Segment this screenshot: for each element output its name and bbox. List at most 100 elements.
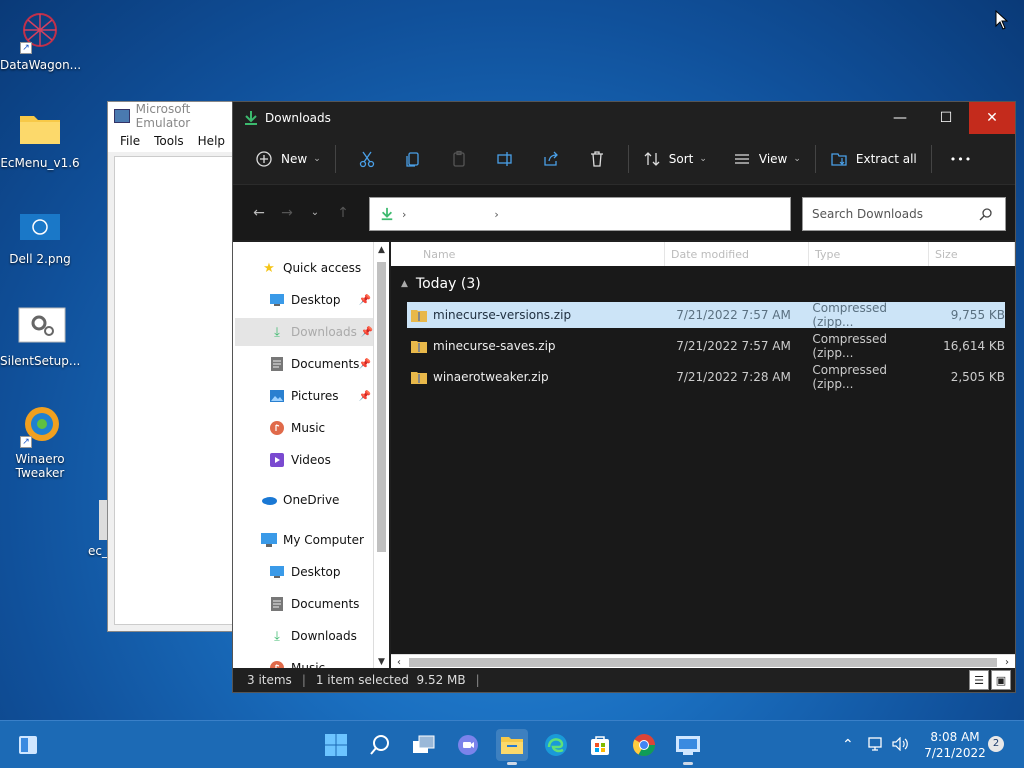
scrollbar-thumb[interactable] — [377, 262, 386, 552]
pin-icon: 📌 — [358, 358, 371, 370]
paste-button[interactable] — [436, 143, 482, 175]
close-button[interactable]: ✕ — [969, 102, 1015, 134]
view-button[interactable]: View ⌄ — [727, 143, 807, 175]
file-explorer-taskbar-button[interactable] — [496, 729, 528, 765]
more-options-button[interactable]: ••• — [940, 143, 982, 175]
column-date-modified[interactable]: Date modified — [665, 242, 809, 266]
start-button[interactable] — [320, 729, 352, 761]
share-button[interactable] — [528, 143, 574, 175]
minimize-button[interactable]: — — [877, 102, 923, 134]
recent-locations-button[interactable]: ⌄ — [301, 199, 329, 227]
file-list-pane[interactable]: Name Date modified Type Size ▲ Today (3)… — [391, 242, 1015, 670]
tiles-view-button[interactable]: ▣ — [991, 670, 1011, 690]
clock-time: 8:08 AM — [930, 730, 980, 744]
new-button[interactable]: New ⌄ — [249, 143, 327, 175]
plus-icon — [256, 151, 272, 167]
scrollbar-thumb[interactable] — [409, 658, 997, 667]
chat-button[interactable] — [452, 729, 484, 761]
scroll-up-icon[interactable]: ▲ — [374, 242, 389, 258]
downloads-icon: ⤓ — [274, 628, 280, 644]
column-size[interactable]: Size — [929, 242, 1015, 266]
nav-onedrive[interactable]: OneDrive — [233, 486, 373, 514]
emulator-taskbar-button[interactable] — [672, 729, 704, 765]
menu-file[interactable]: File — [120, 134, 140, 148]
notification-badge[interactable]: 2 — [988, 736, 1004, 752]
nav-pc-desktop[interactable]: Desktop — [233, 558, 373, 586]
search-taskbar-button[interactable] — [364, 729, 396, 761]
menu-help[interactable]: Help — [198, 134, 225, 148]
breadcrumb-chevron-icon[interactable]: › — [494, 208, 498, 221]
downloads-icon — [381, 207, 393, 221]
desktop-icon-silentsetup[interactable]: SilentSetup... — [0, 306, 80, 368]
up-button[interactable]: ↑ — [329, 199, 357, 227]
tray-overflow-button[interactable]: ⌃ — [842, 737, 854, 753]
emulator-client-area[interactable] — [114, 156, 246, 625]
nav-videos[interactable]: Videos — [233, 446, 373, 474]
emulator-window[interactable]: Microsoft Emulator File Tools Help — [107, 101, 247, 632]
search-box[interactable]: Search Downloads — [802, 197, 1006, 231]
file-explorer-window[interactable]: Downloads — ☐ ✕ New ⌄ Sort ⌄ View ⌄ Extr… — [232, 101, 1016, 693]
edge-button[interactable] — [540, 729, 572, 761]
file-name: winaerotweaker.zip — [433, 370, 549, 384]
desktop-icon-ecmenu[interactable]: EcMenu_v1.6 — [0, 108, 80, 170]
desktop-icon-winaero[interactable]: ↗ Winaero Tweaker — [0, 404, 80, 480]
nav-downloads[interactable]: ⤓ Downloads 📌 — [235, 318, 375, 346]
widgets-button[interactable] — [12, 729, 44, 761]
details-view-button[interactable]: ☰ — [969, 670, 989, 690]
delete-button[interactable] — [574, 143, 620, 175]
emulator-titlebar[interactable]: Microsoft Emulator — [108, 102, 246, 130]
star-icon: ★ — [263, 260, 275, 276]
file-name: minecurse-versions.zip — [433, 308, 572, 322]
sort-button[interactable]: Sort ⌄ — [637, 143, 713, 175]
desktop-icon — [269, 292, 285, 308]
file-row[interactable]: winaerotweaker.zip 7/21/2022 7:28 AM Com… — [407, 363, 1005, 391]
store-button[interactable] — [584, 729, 616, 761]
clock[interactable]: 8:08 AM 7/21/2022 — [920, 729, 990, 761]
nav-pane-scrollbar[interactable]: ▲ ▼ — [373, 242, 389, 670]
desktop-icon-dell[interactable]: Dell 2.png — [0, 208, 80, 266]
desktop-icon-ec[interactable]: ec_ — [62, 500, 108, 558]
cut-button[interactable] — [344, 143, 390, 175]
column-type[interactable]: Type — [809, 242, 929, 266]
extract-all-button[interactable]: Extract all — [824, 143, 923, 175]
network-icon[interactable] — [868, 736, 884, 754]
desktop-icon-datawagon[interactable]: ↗ DataWagon... — [0, 10, 81, 72]
maximize-button[interactable]: ☐ — [923, 102, 969, 134]
column-name[interactable]: Name — [391, 242, 665, 266]
copy-button[interactable] — [390, 143, 436, 175]
back-button[interactable]: ← — [245, 199, 273, 227]
nav-label: OneDrive — [283, 493, 340, 507]
winaero-icon: ↗ — [18, 404, 62, 448]
volume-icon[interactable] — [892, 736, 910, 754]
group-title: Today (3) — [415, 276, 481, 292]
nav-desktop[interactable]: Desktop 📌 — [233, 286, 373, 314]
close-icon: ✕ — [986, 110, 998, 126]
nav-my-computer[interactable]: My Computer — [233, 526, 373, 554]
menu-tools[interactable]: Tools — [154, 134, 184, 148]
nav-pc-downloads[interactable]: ⤓ Downloads — [233, 622, 373, 650]
file-row[interactable]: minecurse-versions.zip 7/21/2022 7:57 AM… — [407, 301, 1005, 329]
zip-folder-icon — [411, 370, 427, 384]
navigation-pane[interactable]: ★ Quick access Desktop 📌 ⤓ Downloads 📌 D… — [233, 242, 389, 670]
forward-button[interactable]: → — [273, 199, 301, 227]
breadcrumb-chevron-icon[interactable]: › — [402, 208, 406, 221]
file-type: Compressed (zipp... — [812, 301, 887, 329]
window-controls: — ☐ ✕ — [877, 102, 1015, 134]
document-icon — [269, 356, 285, 372]
nav-music[interactable]: Music — [233, 414, 373, 442]
nav-label: Desktop — [291, 565, 341, 579]
file-row[interactable]: minecurse-saves.zip 7/21/2022 7:57 AM Co… — [407, 332, 1005, 360]
tiles-view-icon: ▣ — [995, 673, 1007, 687]
chrome-button[interactable] — [628, 729, 660, 761]
nav-pc-documents[interactable]: Documents — [233, 590, 373, 618]
nav-quick-access[interactable]: ★ Quick access — [233, 254, 373, 282]
nav-label: Downloads — [291, 629, 357, 643]
rename-button[interactable] — [482, 143, 528, 175]
nav-pictures[interactable]: Pictures 📌 — [233, 382, 373, 410]
minimize-icon: — — [893, 110, 907, 126]
task-view-button[interactable] — [408, 729, 440, 761]
address-bar[interactable]: › › — [369, 197, 791, 231]
file-size: 9,755 KB — [950, 308, 1005, 322]
nav-documents[interactable]: Documents 📌 — [233, 350, 373, 378]
group-header[interactable]: ▲ Today (3) — [401, 276, 481, 292]
